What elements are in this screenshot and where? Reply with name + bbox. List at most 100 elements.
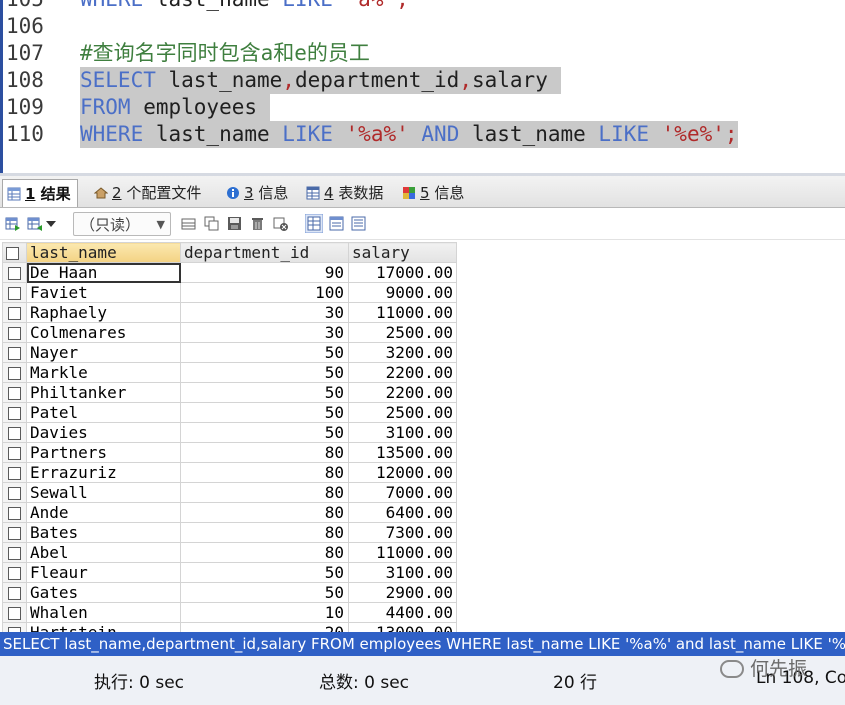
cell-department-id[interactable]: 50 <box>180 422 349 443</box>
tab-table-data[interactable]: 4 表数据 <box>302 179 389 207</box>
cell-last-name[interactable]: De Haan <box>26 262 181 283</box>
cell-last-name[interactable]: Nayer <box>26 342 181 363</box>
row-checkbox[interactable] <box>8 527 21 540</box>
form-view-icon[interactable] <box>329 216 344 231</box>
table-row[interactable]: Philtanker 50 2200.00 <box>2 382 457 403</box>
cell-last-name[interactable]: Faviet <box>26 282 181 303</box>
cell-salary[interactable]: 7000.00 <box>348 482 457 503</box>
cell-department-id[interactable]: 30 <box>180 302 349 323</box>
column-header-last-name[interactable]: last_name <box>26 242 181 263</box>
table-row[interactable]: Raphaely 30 11000.00 <box>2 302 457 323</box>
row-select-cell[interactable] <box>2 342 27 363</box>
row-checkbox[interactable] <box>8 567 21 580</box>
grid-view-icon[interactable] <box>305 214 323 233</box>
row-select-cell[interactable] <box>2 282 27 303</box>
cell-salary[interactable]: 3100.00 <box>348 422 457 443</box>
row-checkbox[interactable] <box>8 607 21 620</box>
cell-department-id[interactable]: 50 <box>180 402 349 423</box>
cell-last-name[interactable]: Whalen <box>26 602 181 623</box>
row-select-cell[interactable] <box>2 582 27 603</box>
cell-salary[interactable]: 11000.00 <box>348 302 457 323</box>
table-row[interactable]: Patel 50 2500.00 <box>2 402 457 423</box>
cell-last-name[interactable]: Gates <box>26 582 181 603</box>
table-row[interactable]: Gates 50 2900.00 <box>2 582 457 603</box>
table-row[interactable]: De Haan 90 17000.00 <box>2 262 457 283</box>
column-header-salary[interactable]: salary <box>348 242 457 263</box>
cell-department-id[interactable]: 50 <box>180 342 349 363</box>
cell-salary[interactable]: 2200.00 <box>348 382 457 403</box>
table-row[interactable]: Fleaur 50 3100.00 <box>2 562 457 583</box>
cell-salary[interactable]: 2200.00 <box>348 362 457 383</box>
delete-icon[interactable] <box>250 216 265 231</box>
row-checkbox[interactable] <box>8 587 21 600</box>
duplicate-row-icon[interactable] <box>204 216 219 231</box>
cell-salary[interactable]: 3100.00 <box>348 562 457 583</box>
row-checkbox[interactable] <box>8 387 21 400</box>
table-row[interactable]: Hartstein2013000.00 <box>2 622 457 632</box>
row-select-cell[interactable] <box>2 322 27 343</box>
tab-profiles[interactable]: 2 个配置文件 <box>90 179 207 207</box>
select-all-checkbox[interactable] <box>6 247 19 260</box>
cell-last-name[interactable]: Raphaely <box>26 302 181 323</box>
cell-department-id[interactable]: 80 <box>180 482 349 503</box>
row-select-cell[interactable] <box>2 382 27 403</box>
row-select-cell[interactable] <box>2 462 27 483</box>
row-select-cell[interactable] <box>2 362 27 383</box>
row-select-cell[interactable] <box>2 422 27 443</box>
cell-last-name[interactable]: Errazuriz <box>26 462 181 483</box>
cell-department-id[interactable]: 50 <box>180 382 349 403</box>
table-row[interactable]: Davies 50 3100.00 <box>2 422 457 443</box>
cell-salary[interactable]: 9000.00 <box>348 282 457 303</box>
cell-last-name[interactable]: Sewall <box>26 482 181 503</box>
cell-last-name[interactable]: Patel <box>26 402 181 423</box>
cell-salary[interactable]: 2500.00 <box>348 402 457 423</box>
cell-last-name[interactable]: Partners <box>26 442 181 463</box>
row-checkbox[interactable] <box>8 327 21 340</box>
sql-editor[interactable]: 105 WHERE last_name LIKE 'a%'; 106 107 #查询名字… <box>0 0 845 176</box>
row-checkbox[interactable] <box>8 427 21 440</box>
table-row[interactable]: Errazuriz 80 12000.00 <box>2 462 457 483</box>
cell-salary[interactable]: 2500.00 <box>348 322 457 343</box>
column-header-department-id[interactable]: department_id <box>180 242 349 263</box>
select-all-cell[interactable] <box>2 242 27 263</box>
cell-department-id[interactable]: 20 <box>180 622 349 632</box>
row-checkbox[interactable] <box>8 287 21 300</box>
cell-last-name[interactable]: Philtanker <box>26 382 181 403</box>
cell-salary[interactable]: 12000.00 <box>348 462 457 483</box>
table-row[interactable]: Colmenares 30 2500.00 <box>2 322 457 343</box>
table-row[interactable]: Abel 80 11000.00 <box>2 542 457 563</box>
table-row[interactable]: Partners 80 13500.00 <box>2 442 457 463</box>
row-checkbox[interactable] <box>8 547 21 560</box>
cell-department-id[interactable]: 50 <box>180 582 349 603</box>
cell-last-name[interactable]: Fleaur <box>26 562 181 583</box>
cell-salary[interactable]: 11000.00 <box>348 542 457 563</box>
row-select-cell[interactable] <box>2 522 27 543</box>
cell-salary[interactable]: 6400.00 <box>348 502 457 523</box>
cell-salary[interactable]: 13500.00 <box>348 442 457 463</box>
row-checkbox[interactable] <box>8 347 21 360</box>
cell-last-name[interactable]: Ande <box>26 502 181 523</box>
row-select-cell[interactable] <box>2 442 27 463</box>
export-icon[interactable] <box>5 216 20 231</box>
row-select-cell[interactable] <box>2 602 27 623</box>
row-checkbox[interactable] <box>8 407 21 420</box>
cell-department-id[interactable]: 90 <box>180 262 349 283</box>
cell-salary[interactable]: 17000.00 <box>348 262 457 283</box>
tab-results[interactable]: 1 结果 <box>2 179 78 207</box>
cell-department-id[interactable]: 50 <box>180 562 349 583</box>
cell-department-id[interactable]: 80 <box>180 542 349 563</box>
cell-department-id[interactable]: 80 <box>180 502 349 523</box>
row-checkbox[interactable] <box>8 467 21 480</box>
table-row[interactable]: Sewall 80 7000.00 <box>2 482 457 503</box>
table-row[interactable]: Faviet 100 9000.00 <box>2 282 457 303</box>
row-checkbox[interactable] <box>8 447 21 460</box>
cancel-icon[interactable] <box>273 216 288 231</box>
cell-last-name[interactable]: Abel <box>26 542 181 563</box>
tab-info[interactable]: 3 信息 <box>222 179 294 207</box>
row-select-cell[interactable] <box>2 622 27 632</box>
table-row[interactable]: Ande 80 6400.00 <box>2 502 457 523</box>
row-select-cell[interactable] <box>2 402 27 423</box>
row-select-cell[interactable] <box>2 542 27 563</box>
cell-department-id[interactable]: 100 <box>180 282 349 303</box>
dropdown-arrow-icon[interactable] <box>45 216 57 231</box>
